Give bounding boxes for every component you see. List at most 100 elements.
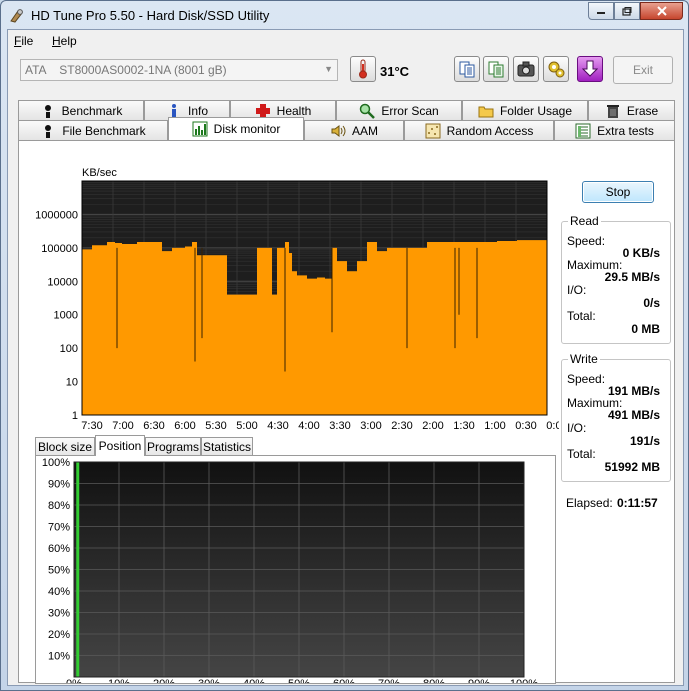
subtab-block-size[interactable]: Block size (35, 437, 95, 455)
extra-tests-icon (575, 123, 591, 138)
write-total-label: Total: (567, 447, 596, 461)
x-tick-label: 2:00 (422, 420, 443, 431)
x-tick-label: 40% (243, 678, 265, 683)
title-bar[interactable]: HD Tune Pro 5.50 - Hard Disk/SSD Utility (1, 1, 688, 29)
y-tick-label: 10000 (47, 276, 78, 288)
camera-icon (517, 61, 535, 77)
write-speed-label: Speed: (567, 372, 606, 386)
tab-random-access[interactable]: Random Access (404, 120, 554, 140)
client-area: File Help ATA ST8000AS0002-1NA (8001 gB)… (7, 29, 684, 690)
copy-info-button[interactable] (454, 56, 480, 82)
y-tick-label: 30% (48, 608, 70, 620)
y-tick-label: 20% (48, 629, 70, 641)
x-tick-label: 10% (108, 678, 130, 683)
read-group: Read Speed: 0 KB/s Maximum: 29.5 MB/s I/… (561, 214, 671, 344)
x-tick-label: 90% (468, 678, 490, 683)
x-tick-label: 6:00 (174, 420, 195, 431)
screenshot-button[interactable] (513, 56, 539, 82)
x-tick-label: 20% (153, 678, 175, 683)
menu-help[interactable]: Help (52, 34, 77, 48)
position-chart: 100% 90% 80% 70% 60% 50% 40% 30% 20% 10% 0% 10% 20% 3… (42, 457, 538, 690)
write-io-value: 191/s (629, 434, 660, 448)
write-io-label: I/O: (567, 421, 587, 435)
x-tick-label: 30% (198, 678, 220, 683)
y-tick-label: 10 (66, 377, 78, 389)
read-total-label: Total: (567, 309, 596, 323)
x-tick-label: 50% (288, 678, 310, 683)
tab-row-top: Benchmark Info Health Error Scan Folder … (18, 100, 675, 120)
y-tick-label: 100% (42, 457, 70, 469)
y-tick-label: 70% (48, 522, 70, 534)
temperature-value: 31°C (380, 64, 410, 79)
thermometer-icon (359, 59, 367, 79)
save-button[interactable] (577, 56, 603, 82)
close-icon (656, 6, 667, 16)
tab-error-scan[interactable]: Error Scan (336, 100, 462, 120)
elapsed-label: Elapsed: (566, 496, 613, 510)
download-arrow-icon (582, 60, 598, 77)
subtab-statistics[interactable]: Statistics (201, 437, 253, 455)
tab-row-bottom: File Benchmark Disk monitor AAM Random A… (18, 117, 675, 140)
x-tick-label: 70% (378, 678, 400, 683)
benchmark-icon (44, 104, 51, 118)
window-title: HD Tune Pro 5.50 - Hard Disk/SSD Utility (31, 8, 270, 23)
read-speed-value: 0 KB/s (622, 246, 660, 260)
subtab-position[interactable]: Position (95, 435, 145, 456)
subtab-programs[interactable]: Programs (145, 437, 201, 455)
position-bar (76, 462, 80, 677)
copy-text-button[interactable] (483, 56, 509, 82)
magnifier-icon (360, 103, 376, 119)
x-tick-label: 7:00 (112, 420, 133, 431)
x-tick-label: 100% (510, 678, 538, 683)
temperature-button[interactable] (350, 56, 376, 82)
y-tick-label: 1000 (54, 310, 78, 322)
tab-file-benchmark[interactable]: File Benchmark (18, 120, 168, 140)
tab-disk-monitor[interactable]: Disk monitor (168, 117, 304, 140)
position-panel: 100% 90% 80% 70% 60% 50% 40% 30% 20% 10% 0% 10% 20% 3… (35, 455, 556, 690)
tab-erase[interactable]: Erase (588, 100, 675, 120)
exit-button[interactable]: Exit (613, 56, 673, 84)
maximize-button[interactable] (614, 2, 640, 20)
options-button[interactable] (543, 56, 569, 82)
folder-icon (478, 106, 494, 117)
copy-text-icon (488, 61, 504, 78)
write-max-value: 491 MB/s (607, 408, 660, 422)
x-tick-label: 5:00 (236, 420, 257, 431)
tab-folder-usage[interactable]: Folder Usage (462, 100, 588, 120)
speaker-icon (331, 124, 346, 137)
tab-aam[interactable]: AAM (304, 120, 404, 140)
write-group: Write Speed: 191 MB/s Maximum: 491 MB/s … (561, 352, 671, 482)
stop-button[interactable]: Stop (582, 181, 654, 203)
tab-benchmark[interactable]: Benchmark (18, 100, 144, 120)
write-group-title: Write (568, 352, 600, 366)
read-io-value: 0/s (643, 296, 660, 310)
y-tick-label: 100000 (41, 243, 78, 255)
read-speed-label: Speed: (567, 234, 606, 248)
y-tick-label: 1 (72, 410, 78, 422)
x-tick-label: 2:30 (391, 420, 412, 431)
menu-bar: File Help (8, 30, 683, 52)
x-tick-label: 1:00 (484, 420, 505, 431)
restore-icon (622, 6, 632, 16)
y-tick-label: 100 (60, 343, 78, 355)
x-tick-label: 0:00 (546, 420, 559, 431)
y-tick-label: 60% (48, 543, 70, 555)
read-max-value: 29.5 MB/s (604, 270, 660, 284)
x-tick-label: 4:00 (298, 420, 319, 431)
y-tick-label: 40% (48, 586, 70, 598)
x-tick-label: 60% (333, 678, 355, 683)
random-access-icon (425, 123, 441, 138)
menu-file[interactable]: File (14, 34, 33, 48)
app-window: HD Tune Pro 5.50 - Hard Disk/SSD Utility… (0, 0, 689, 691)
drive-select[interactable]: ATA ST8000AS0002-1NA (8001 gB) ▼ (20, 59, 338, 81)
close-button[interactable] (640, 2, 683, 20)
x-tick-label: 5:30 (205, 420, 226, 431)
x-tick-label: 6:30 (143, 420, 164, 431)
copy-info-icon (459, 61, 475, 78)
file-benchmark-icon (45, 124, 52, 138)
minimize-button[interactable] (588, 2, 614, 20)
y-tick-label: 80% (48, 500, 70, 512)
tab-extra-tests[interactable]: Extra tests (554, 120, 675, 140)
x-tick-label: 0% (66, 678, 82, 683)
write-total-value: 51992 MB (604, 460, 660, 474)
